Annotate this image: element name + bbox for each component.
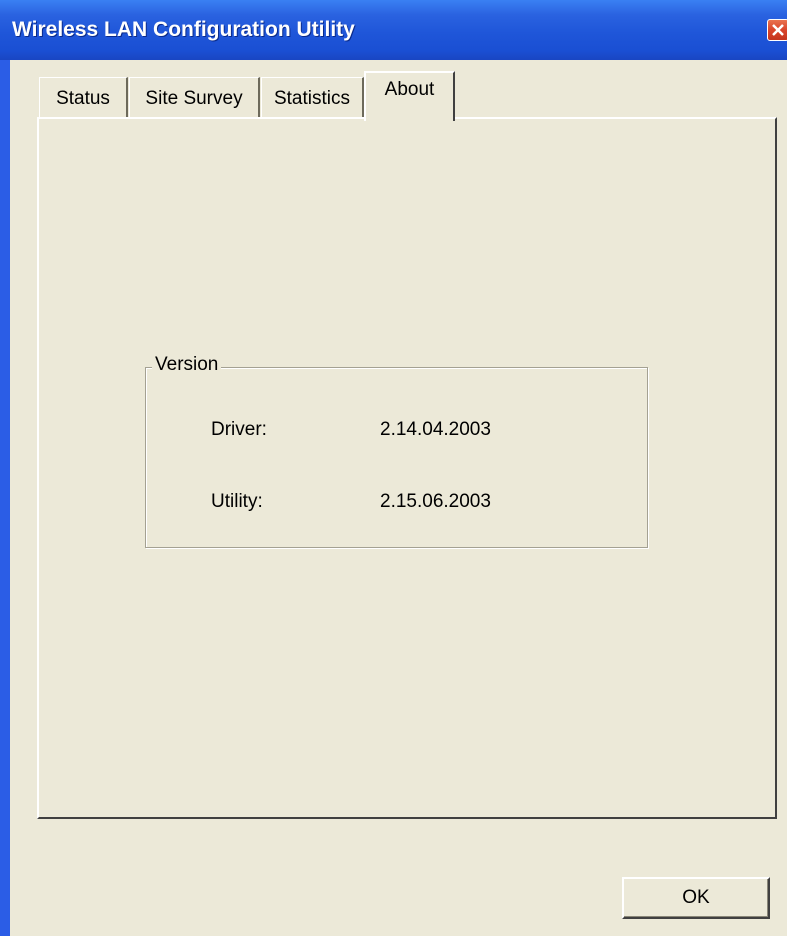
tab-about[interactable]: About — [364, 71, 455, 121]
version-groupbox — [145, 367, 648, 548]
window-title: Wireless LAN Configuration Utility — [12, 18, 355, 41]
tab-label: About — [384, 79, 435, 100]
dialog-window: Wireless LAN Configuration Utility Statu… — [0, 0, 787, 936]
ok-button[interactable]: OK — [622, 877, 770, 919]
tab-strip: Status Site Survey Statistics About — [10, 60, 787, 121]
utility-version-value: 2.15.06.2003 — [380, 491, 491, 512]
driver-label: Driver: — [211, 419, 267, 440]
tab-label: Site Survey — [145, 88, 243, 109]
close-icon — [772, 24, 784, 36]
version-group-label: Version — [152, 354, 222, 376]
tab-label: Statistics — [273, 88, 351, 109]
driver-version-value: 2.14.04.2003 — [380, 419, 491, 440]
utility-label: Utility: — [211, 491, 263, 512]
tab-statistics[interactable]: Statistics — [261, 77, 364, 119]
ok-button-label: OK — [682, 887, 710, 908]
tab-site-survey[interactable]: Site Survey — [129, 77, 260, 119]
title-bar[interactable]: Wireless LAN Configuration Utility — [0, 0, 787, 60]
tab-status[interactable]: Status — [39, 77, 128, 119]
tab-label: Status — [56, 88, 110, 109]
close-button[interactable] — [767, 19, 787, 41]
dialog-body: Status Site Survey Statistics About Vers… — [10, 60, 787, 936]
